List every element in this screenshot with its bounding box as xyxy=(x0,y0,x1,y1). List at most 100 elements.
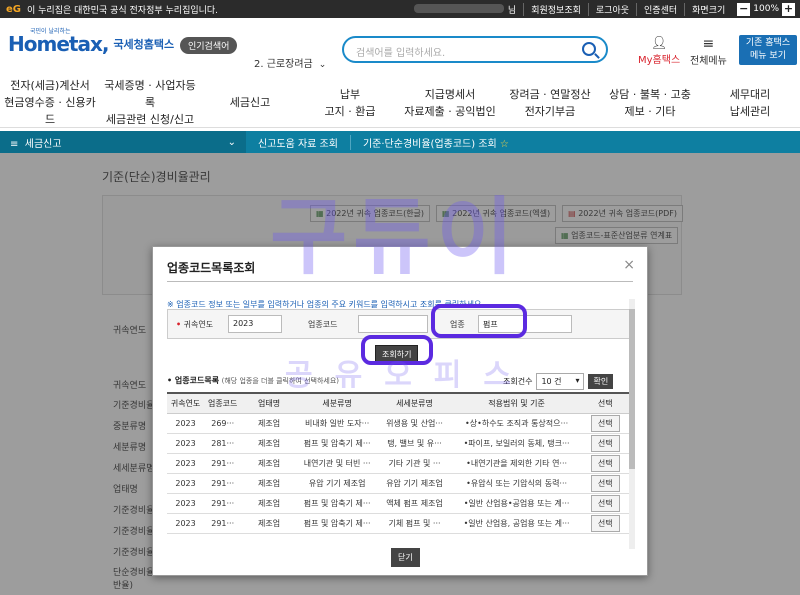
table-row[interactable]: 2023 281··· 제조업 펌프 및 압축기 제··· 탱, 밸브 및 유··· •파… xyxy=(167,433,629,454)
modal-title: 업종코드목록조회 xyxy=(167,261,256,275)
column-header: 업태명 xyxy=(241,392,297,414)
my-hometax-button[interactable]: 👤︎ My홈택스 xyxy=(638,36,680,66)
nav-label: 전자기부금 xyxy=(524,104,576,118)
cell: 유압 기기 제조업 xyxy=(377,473,452,494)
cell: 291··· xyxy=(204,513,242,534)
table-row[interactable]: 2023 291··· 제조업 내연기관 및 터빈 ··· 기타 기관 및 ··· •내연… xyxy=(167,453,629,474)
nav-consulting[interactable]: 상담 · 불복 · 고충제보 · 기타 xyxy=(600,78,700,127)
count-select[interactable]: 10 건 ▾ xyxy=(536,373,585,390)
nav-label: 납세관리 xyxy=(729,104,771,118)
scrollbar-thumb[interactable] xyxy=(629,309,635,469)
nav-tax-filing[interactable]: 세금신고 xyxy=(200,78,300,127)
zoom-in-button[interactable]: + xyxy=(782,2,795,16)
all-menu-button[interactable]: ≡ 전체메뉴 xyxy=(690,36,727,67)
nav-certificates[interactable]: 국세증명 · 사업자등록세금관련 신청/신고 xyxy=(100,78,200,127)
nav-label: 제보 · 기타 xyxy=(624,104,676,118)
cell: 펌프 및 압축기 제··· xyxy=(296,493,378,514)
highlight-biz-field xyxy=(431,304,527,338)
table-header-row: 귀속연도 업종코드 업태명 세분류명 세세분류명 적용범위 및 기준 선택 xyxy=(167,392,629,414)
popular-search-item[interactable]: 2. 근로장려금 ⌄ xyxy=(254,55,326,70)
logo-sub: 국세청홈택스 xyxy=(113,38,175,51)
cell: 291··· xyxy=(204,453,242,474)
select-button[interactable]: 선택 xyxy=(590,474,620,492)
cell: •일반 산업용, 공업용 또는 계··· xyxy=(451,513,582,534)
star-icon[interactable]: ☆ xyxy=(500,139,509,150)
nav-payment[interactable]: 납부 고지 · 환급 xyxy=(300,78,400,127)
table-row[interactable]: 2023 269··· 제조업 비내화 일반 도자··· 위생용 및 산업··· •상•하… xyxy=(167,413,629,434)
nav-label: 상담 · 불복 · 고충 xyxy=(609,87,691,101)
cell: 269··· xyxy=(204,413,242,434)
nav-tax-agent[interactable]: 세무대리 납세관리 xyxy=(700,78,800,127)
select-button[interactable]: 선택 xyxy=(590,454,620,472)
modal-scrollbar[interactable] xyxy=(629,299,635,549)
year-label: • 귀속연도 xyxy=(176,319,213,330)
popular-search-label: 인기검색어 xyxy=(180,37,238,54)
egov-logo: eG xyxy=(6,3,21,15)
logout-link[interactable]: 로그아웃 xyxy=(587,2,636,16)
select-button[interactable]: 선택 xyxy=(590,514,620,532)
cell: 탱, 밸브 및 유··· xyxy=(377,433,452,454)
nav-label: 현금영수증 · 신용카드 xyxy=(4,96,96,126)
search-icon[interactable] xyxy=(582,42,596,56)
cell: 제조업 xyxy=(241,453,297,474)
cell: 제조업 xyxy=(241,473,297,494)
nav-label: 장려금 · 연말정산 xyxy=(509,87,591,101)
close-icon[interactable]: × xyxy=(623,257,635,273)
column-header: 귀속연도 xyxy=(167,392,205,414)
table-row[interactable]: 2023 291··· 제조업 유압 기기 제조업 유압 기기 제조업 •유압식 또는 기… xyxy=(167,473,629,494)
hometax-logo[interactable]: 국민이 날리하는 Hometax, 국세청홈택스 xyxy=(8,28,175,56)
legacy-menu-button[interactable]: 기존 홈택스 메뉴 보기 xyxy=(739,35,797,65)
nav-label: 국세증명 · 사업자등록 xyxy=(104,79,196,109)
all-menu-label: 전체메뉴 xyxy=(690,56,727,67)
nav-incentives[interactable]: 장려금 · 연말정산전자기부금 xyxy=(500,78,600,127)
site-header: 국민이 날리하는 Hometax, 국세청홈택스 인기검색어 2. 근로장려금 ⌄… xyxy=(0,18,800,78)
code-field[interactable] xyxy=(358,315,428,333)
cell: 제조업 xyxy=(241,513,297,534)
cell: 2023 xyxy=(167,433,205,454)
zoom-out-button[interactable]: − xyxy=(737,2,751,16)
column-header: 업종코드 xyxy=(204,392,242,414)
search-input[interactable]: 검색어를 입력하세요. xyxy=(342,36,608,63)
cell: •상•하수도 조직과 통상적으··· xyxy=(451,413,582,434)
person-icon: 👤︎ xyxy=(650,36,668,51)
year-field[interactable]: 2023 xyxy=(228,315,282,333)
breadcrumb-menu-label: 세금신고 xyxy=(24,138,62,150)
nav-label: 세금관련 신청/신고 xyxy=(105,113,195,126)
code-table: 귀속연도 업종코드 업태명 세분류명 세세분류명 적용범위 및 기준 선택 20… xyxy=(167,392,629,534)
cell: 선택 xyxy=(581,513,629,534)
select-button[interactable]: 선택 xyxy=(590,434,620,452)
table-row[interactable]: 2023 291··· 제조업 펌프 및 압축기 제··· 액체 펌프 제조업 •일반 산… xyxy=(167,493,629,514)
column-header: 적용범위 및 기준 xyxy=(451,392,582,414)
chevron-down-icon: ⌄ xyxy=(318,60,327,70)
table-row[interactable]: 2023 291··· 제조업 펌프 및 압축기 제··· 기체 펌프 및 ··· •일반… xyxy=(167,513,629,534)
list-title: 업종코드목록 xyxy=(174,376,220,385)
nav-label: 전자(세금)계산서 xyxy=(10,79,90,92)
nav-statements[interactable]: 지급명세서 자료제출 · 공익법인 xyxy=(400,78,500,127)
cell: 내연기관 및 터빈 ··· xyxy=(296,453,378,474)
industry-code-modal: 업종코드목록조회 × ※ 업종코드 정보 또는 일부를 입력하거나 업종의 주요… xyxy=(152,246,648,576)
cell: •유압식 또는 기압식의 동력··· xyxy=(451,473,582,494)
search-placeholder: 검색어를 입력하세요. xyxy=(356,48,446,59)
ok-button[interactable]: 확인 xyxy=(588,374,614,389)
cell: 펌프 및 압축기 제··· xyxy=(296,433,378,454)
count-value: 10 건 xyxy=(541,377,562,386)
screen-size-label: 화면크기 xyxy=(684,2,732,16)
breadcrumb-level3[interactable]: 기준·단순경비율(업종코드) 조회 ☆ xyxy=(351,135,521,150)
code-label: 업종코드 xyxy=(308,320,338,329)
cell: 선택 xyxy=(581,473,629,494)
cell: 기체 펌프 및 ··· xyxy=(377,513,452,534)
zoom-value: 100% xyxy=(753,4,779,14)
select-button[interactable]: 선택 xyxy=(590,494,620,512)
nav-label: 고지 · 환급 xyxy=(324,104,376,118)
member-info-link[interactable]: 회원정보조회 xyxy=(523,2,588,16)
close-button[interactable]: 닫기 xyxy=(391,548,420,567)
nav-label: 지급명세서 xyxy=(424,87,476,101)
breadcrumb-menu[interactable]: ≡ 세금신고 ⌄ xyxy=(0,131,246,153)
select-button[interactable]: 선택 xyxy=(590,414,620,432)
logo-main: Hometax, xyxy=(8,32,109,56)
nav-e-invoice[interactable]: 전자(세금)계산서현금영수증 · 신용카드 xyxy=(0,78,100,127)
breadcrumb-level2[interactable]: 신고도움 자료 조회 xyxy=(246,134,351,150)
cert-center-link[interactable]: 인증센터 xyxy=(636,2,684,16)
cell: 2023 xyxy=(167,413,205,434)
cell: 유압 기기 제조업 xyxy=(296,473,378,494)
